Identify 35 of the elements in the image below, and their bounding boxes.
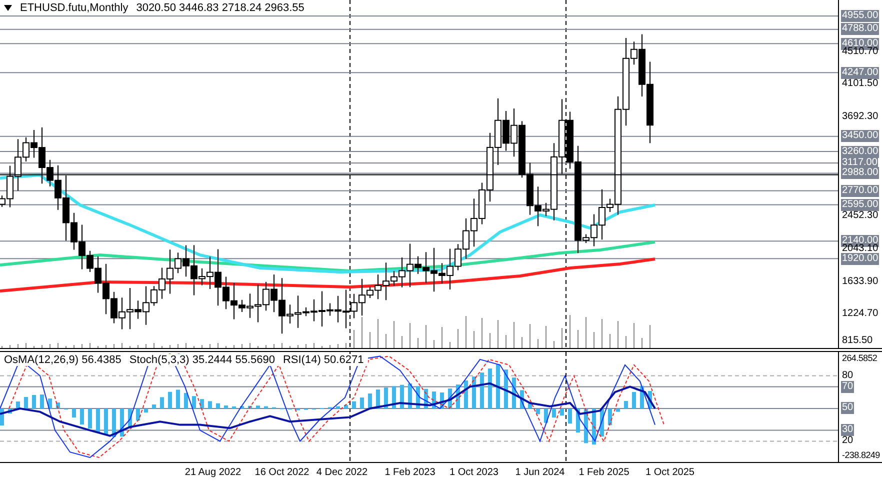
time-tick-label: 1 Oct 2025: [646, 467, 694, 478]
symbol-title: ETHUSD.futu,Monthly: [20, 2, 128, 14]
level-price-label: 1920.00: [841, 252, 880, 265]
indicator-tick-label: 20: [841, 435, 854, 447]
indicator-tick-label: 264.5852: [841, 352, 878, 364]
level-label: 30: [841, 424, 854, 436]
time-tick-label: 16 Oct 2022: [254, 467, 310, 478]
price-tick-label: 1633.90: [841, 276, 880, 288]
level-price-label: 2770.00: [841, 184, 880, 197]
level-price-label: 2988.00: [841, 167, 880, 180]
time-tick-label: 1 Jun 2024: [515, 467, 565, 478]
indicator-tick-label: 80: [841, 370, 854, 382]
indicator-value: RSI(14) 50.6271: [282, 354, 364, 366]
time-tick-label: 4 Dec 2022: [316, 467, 368, 478]
level-label: 70: [841, 380, 854, 392]
level-price-label: 3260.00: [841, 146, 880, 158]
level-label: 50: [841, 402, 854, 414]
price-tick-label: 2452.30: [841, 210, 880, 222]
level-price-label: 3450.00: [841, 130, 880, 142]
ohlc-values: 3020.50 3446.83 2718.24 2963.55: [136, 2, 304, 14]
indicator-value: OsMA(12,26,9) 56.4385: [4, 354, 122, 366]
price-tick-label: 815.50: [841, 335, 874, 347]
price-tick-label: 1224.70: [841, 308, 880, 320]
level-price-label: 2595.00: [841, 198, 880, 211]
level-price-label: 4788.00: [841, 23, 880, 36]
level-price-label: 4955.00: [841, 10, 880, 22]
indicator-tick-label: -238.8249: [841, 448, 881, 461]
indicator-value: Stoch(5,3,3) 35.2444 55.5690: [129, 354, 275, 366]
price-tick-label: 3692.30: [841, 110, 880, 123]
price-tick-label: 4101.50: [841, 78, 880, 90]
time-tick-label: 1 Oct 2023: [450, 467, 498, 478]
time-tick-label: 1 Feb 2025: [578, 467, 630, 478]
level-price-label: 4247.00: [841, 66, 880, 79]
time-tick-label: 21 Aug 2022: [184, 467, 242, 478]
time-tick-label: 1 Feb 2023: [384, 467, 436, 478]
